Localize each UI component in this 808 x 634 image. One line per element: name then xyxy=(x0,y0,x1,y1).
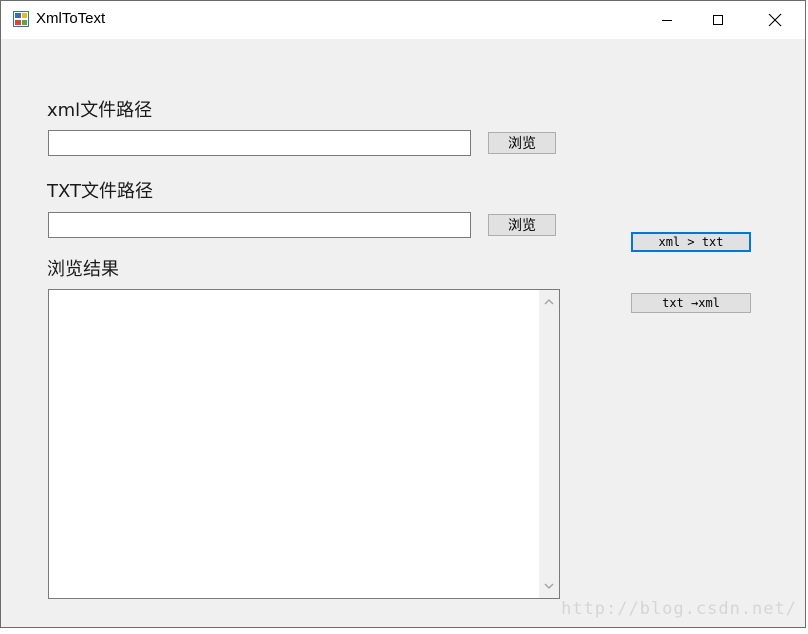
minimize-button[interactable] xyxy=(644,1,690,39)
xml-path-input[interactable] xyxy=(48,130,471,156)
txt-path-input[interactable] xyxy=(48,212,471,238)
xml-browse-button[interactable]: 浏览 xyxy=(488,132,556,154)
scroll-up-button[interactable] xyxy=(539,292,559,312)
app-icon xyxy=(13,11,29,27)
minimize-icon xyxy=(662,20,672,21)
result-label: 浏览结果 xyxy=(47,259,119,280)
title-bar[interactable]: XmlToText xyxy=(1,1,805,39)
vertical-scrollbar[interactable] xyxy=(539,290,559,598)
result-textarea[interactable] xyxy=(48,289,560,599)
window-title: XmlToText xyxy=(36,10,106,27)
txt-browse-button[interactable]: 浏览 xyxy=(488,214,556,236)
xml-to-txt-button[interactable]: xml > txt xyxy=(631,232,751,252)
maximize-button[interactable] xyxy=(695,1,741,39)
txt-to-xml-button[interactable]: txt →xml xyxy=(631,293,751,313)
xml-path-label: xml文件路径 xyxy=(47,100,153,121)
chevron-down-icon xyxy=(544,583,554,589)
txt-path-label: TXT文件路径 xyxy=(47,181,154,202)
close-icon xyxy=(768,13,782,27)
maximize-icon xyxy=(713,15,723,25)
result-text xyxy=(49,290,559,296)
chevron-up-icon xyxy=(544,299,554,305)
scroll-down-button[interactable] xyxy=(539,576,559,596)
app-window: XmlToText xml文件路径 浏览 TXT文件路径 浏览 浏览结果 xml… xyxy=(0,0,806,628)
close-button[interactable] xyxy=(752,1,798,39)
watermark-text: http://blog.csdn.net/ xyxy=(561,599,797,619)
